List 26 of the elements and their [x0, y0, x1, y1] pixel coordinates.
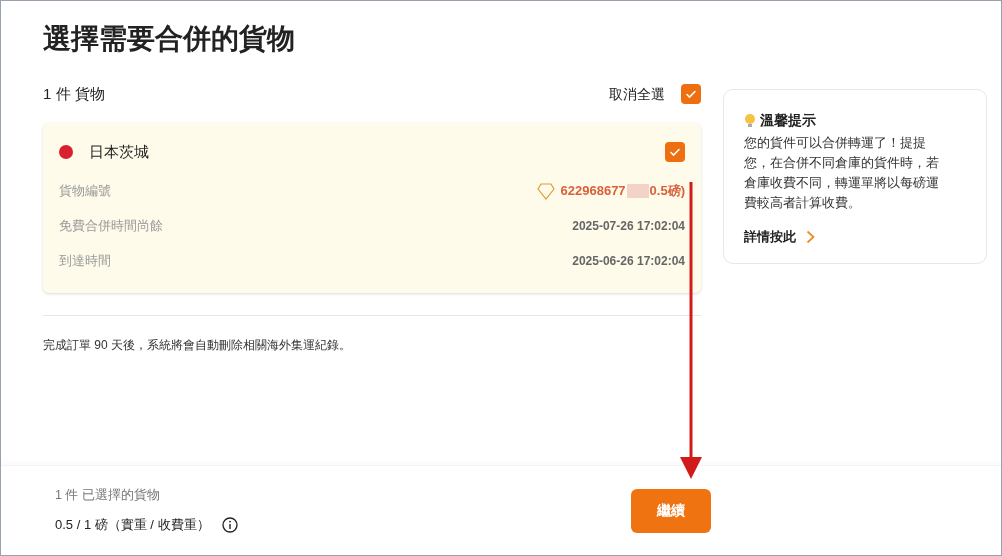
lightbulb-icon: [744, 112, 756, 129]
weight-summary: 0.5 / 1 磅（實重 / 收費重）: [55, 516, 210, 535]
info-icon[interactable]: [221, 516, 238, 533]
field-label: 到達時間: [59, 252, 111, 271]
field-label: 貨物編號: [59, 182, 111, 201]
checkbox[interactable]: [665, 142, 685, 163]
checkbox[interactable]: [681, 84, 701, 104]
tip-text: 您的貨件可以合併轉運了！提提您，在合併不同倉庫的貨件時，若倉庫收費不同，轉運單將以每磅運費較高者計算收費。: [744, 135, 940, 212]
selected-count: 1 件 已選擇的貨物: [55, 487, 161, 505]
field-value: 2025-06-26 17:02:04: [572, 253, 685, 270]
deselect-all-label[interactable]: 取消全選: [609, 83, 665, 105]
tracking-number: 622968677: [560, 182, 626, 201]
diamond-icon: [536, 182, 555, 200]
chevron-right-icon: [806, 229, 815, 244]
weight-note: 0.5磅): [649, 182, 685, 201]
details-link[interactable]: 詳情按此: [744, 227, 966, 247]
field-label: 免費合併時間尚餘: [59, 217, 163, 236]
retention-notice: 完成訂單 90 天後，系統將會自動刪除相關海外集運紀錄。: [43, 336, 352, 354]
checkmark-icon: [669, 146, 681, 159]
item-count: 1 件 貨物: [43, 83, 105, 104]
redaction-block: [626, 184, 649, 198]
checkmark-icon: [685, 88, 697, 100]
tip-title: 溫馨提示: [760, 111, 816, 130]
origin-name: 日本茨城: [89, 142, 149, 162]
page-title: 選擇需要合併的貨物: [43, 22, 296, 56]
field-value: 2025-07-26 17:02:04: [572, 218, 685, 235]
